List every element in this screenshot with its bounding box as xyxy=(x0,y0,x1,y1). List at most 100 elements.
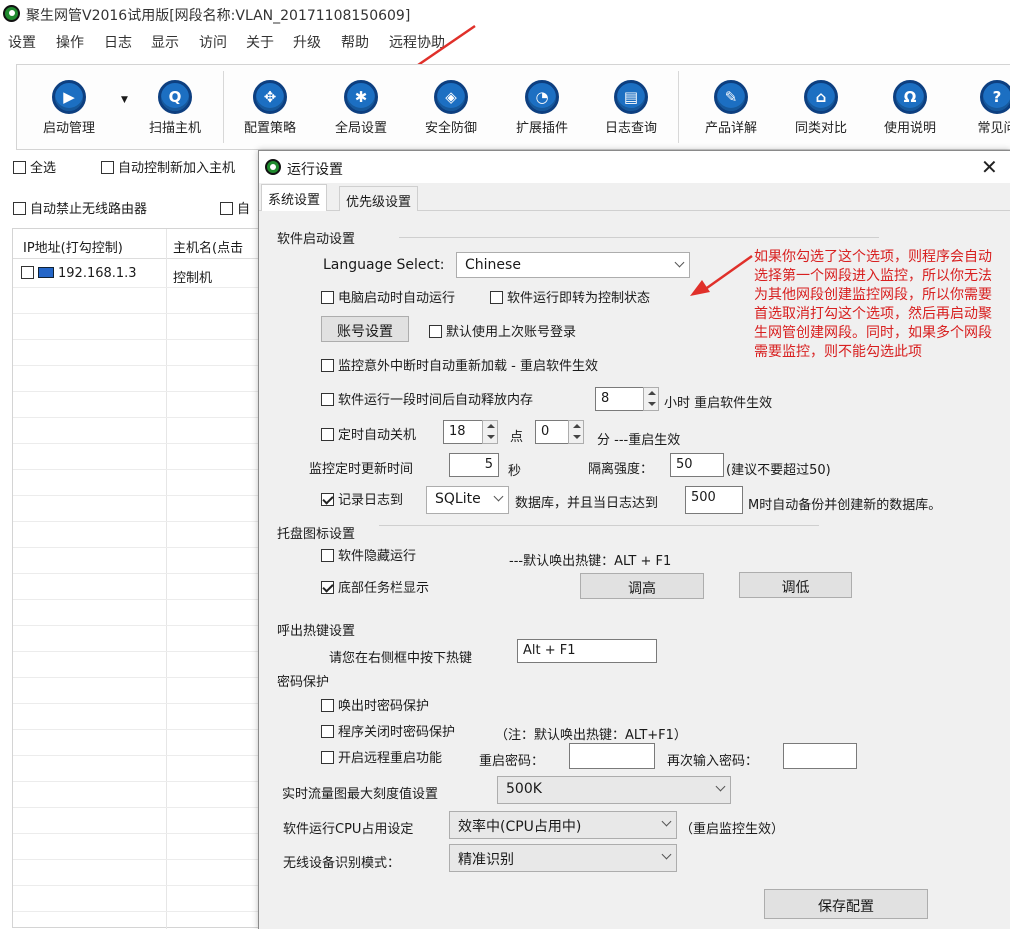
menu-operate[interactable]: 操作 xyxy=(56,32,84,52)
cpu-note: （重启监控生效） xyxy=(680,822,785,837)
auto-reload-checkbox[interactable]: 监控意外中断时自动重新加载 - 重启软件生效 xyxy=(321,355,598,374)
toolbar: ▶ 启动管理 ▼ Q 扫描主机 ✥ 配置策略 ✱ 全局设置 ◈ 安全防御 ◔ 扩展插件 ▤ 日… xyxy=(16,64,1010,150)
compare-icon: ⌂ xyxy=(804,80,838,114)
chevron-down-icon xyxy=(661,816,672,827)
show-password-checkbox[interactable]: 唤出时密码保护 xyxy=(321,695,429,714)
hide-run-checkbox[interactable]: 软件隐藏运行 xyxy=(321,545,416,564)
menu-bar: 设置 操作 日志 显示 访问 关于 升级 帮助 远程协助 xyxy=(0,30,1010,54)
toolbar-manual[interactable]: Ω 使用说明 xyxy=(870,65,950,151)
annotation-arrow-note xyxy=(690,254,753,296)
menu-help[interactable]: 帮助 xyxy=(341,32,369,52)
row-checkbox[interactable] xyxy=(21,266,34,279)
log-middle-text: 数据库，并且当日志达到 xyxy=(515,496,659,511)
col-ip-header[interactable]: IP地址(打勾控制) xyxy=(23,237,123,256)
edit-icon: ✎ xyxy=(714,80,748,114)
menu-access[interactable]: 访问 xyxy=(199,32,227,52)
menu-settings[interactable]: 设置 xyxy=(8,32,36,52)
raise-button[interactable]: 调高 xyxy=(580,573,704,599)
isolation-label: 隔离强度： xyxy=(588,462,654,477)
toolbar-plugins[interactable]: ◔ 扩展插件 xyxy=(502,65,582,151)
restart-password-input[interactable] xyxy=(569,743,655,769)
toolbar-config-policy[interactable]: ✥ 配置策略 xyxy=(230,65,310,151)
auto-control-checkbox[interactable]: 自动控制新加入主机 xyxy=(101,157,235,176)
hotkey-input[interactable]: Alt + F1 xyxy=(517,639,657,663)
app-icon xyxy=(3,5,20,22)
toolbar-global-settings[interactable]: ✱ 全局设置 xyxy=(321,65,401,151)
log-db-select[interactable]: SQLite xyxy=(426,486,509,514)
question-icon: ? xyxy=(980,80,1010,114)
toolbar-start-manage[interactable]: ▶ 启动管理 xyxy=(29,65,109,151)
account-settings-button[interactable]: 账号设置 xyxy=(321,316,409,342)
hotkey-default-text: ---默认唤出热键：ALT + F1 xyxy=(509,554,672,569)
tab-system-settings[interactable]: 系统设置 xyxy=(261,184,328,212)
refresh-input[interactable]: 5 xyxy=(449,453,499,477)
shutdown-minute-input[interactable]: 0 xyxy=(535,420,569,444)
shutdown-hour-input[interactable]: 18 xyxy=(443,420,483,444)
dialog-title: 运行设置 xyxy=(287,162,343,178)
window-title: 聚生网管V2016试用版[网段名称:VLAN_20171108150609] xyxy=(26,8,411,24)
log-suffix: M时自动备份并创建新的数据库。 xyxy=(748,498,942,513)
toolbar-log-query[interactable]: ▤ 日志查询 xyxy=(591,65,671,151)
wireless-select[interactable]: 精准识别 xyxy=(449,844,677,872)
cpu-select[interactable]: 效率中(CPU占用中) xyxy=(449,811,677,839)
toolbar-security[interactable]: ◈ 安全防御 xyxy=(411,65,491,151)
tab-priority-settings[interactable]: 优先级设置 xyxy=(339,186,419,212)
plugin-icon: ◔ xyxy=(525,80,559,114)
toolbar-scan-host[interactable]: Q 扫描主机 xyxy=(135,65,215,151)
computer-icon xyxy=(38,267,54,278)
col-host-header[interactable]: 主机名(点击 xyxy=(173,237,243,256)
select-all-checkbox[interactable]: 全选 xyxy=(13,157,56,176)
chevron-down-icon xyxy=(674,257,685,268)
release-hours-input[interactable]: 8 xyxy=(595,387,645,411)
restart-password-label: 重启密码： xyxy=(479,754,545,769)
menu-log[interactable]: 日志 xyxy=(104,32,132,52)
other-option-checkbox[interactable]: 自 xyxy=(220,198,250,217)
isolation-input[interactable]: 50 xyxy=(670,453,724,477)
help-icon: Ω xyxy=(893,80,927,114)
host-table: IP地址(打勾控制) 主机名(点击 192.168.1.3 控制机 xyxy=(12,228,259,929)
hour-stepper[interactable] xyxy=(482,420,498,444)
remote-restart-checkbox[interactable]: 开启远程重启功能 xyxy=(321,747,442,766)
toolbar-compare[interactable]: ⌂ 同类对比 xyxy=(781,65,861,151)
taskbar-checkbox[interactable]: 底部任务栏显示 xyxy=(321,577,429,596)
annotation-text: 如果你勾选了这个选项，则程序会自动选择第一个网段进入监控，所以你无法为其他网段创… xyxy=(754,249,992,360)
repeat-password-input[interactable] xyxy=(783,743,857,769)
log-size-input[interactable]: 500 xyxy=(685,486,743,514)
gear-icon: ✱ xyxy=(344,80,378,114)
isolation-hint: (建议不要超过50) xyxy=(726,463,831,478)
minute-stepper[interactable] xyxy=(568,420,584,444)
save-config-button[interactable]: 保存配置 xyxy=(764,889,928,919)
minute-suffix: 分 ---重启生效 xyxy=(597,433,681,448)
section-password: 密码保护 xyxy=(277,675,330,690)
dropdown-icon[interactable]: ▼ xyxy=(121,95,128,105)
app-icon xyxy=(265,159,281,175)
release-memory-checkbox[interactable]: 软件运行一段时间后自动释放内存 xyxy=(321,389,533,408)
log-icon: ▤ xyxy=(614,80,648,114)
play-icon: ▶ xyxy=(52,80,86,114)
toolbar-faq[interactable]: ? 常见问 xyxy=(957,65,1010,151)
last-login-checkbox[interactable]: 默认使用上次账号登录 xyxy=(429,321,576,340)
close-password-note: （注：默认唤出热键：ALT+F1） xyxy=(495,728,687,743)
menu-display[interactable]: 显示 xyxy=(151,32,179,52)
to-control-checkbox[interactable]: 软件运行即转为控制状态 xyxy=(490,287,650,306)
lower-button[interactable]: 调低 xyxy=(739,572,852,598)
chevron-down-icon xyxy=(715,781,726,792)
menu-upgrade[interactable]: 升级 xyxy=(293,32,321,52)
table-header: IP地址(打勾控制) 主机名(点击 xyxy=(13,229,259,259)
toolbar-product-detail[interactable]: ✎ 产品详解 xyxy=(691,65,771,151)
close-password-checkbox[interactable]: 程序关闭时密码保护 xyxy=(321,721,455,740)
release-suffix: 小时 重启软件生效 xyxy=(664,396,773,411)
scan-icon: Q xyxy=(158,80,192,114)
traffic-select[interactable]: 500K xyxy=(497,776,731,804)
release-hours-stepper[interactable] xyxy=(643,387,659,411)
menu-about[interactable]: 关于 xyxy=(246,32,274,52)
repeat-password-label: 再次输入密码： xyxy=(667,754,759,769)
language-select[interactable]: Chinese xyxy=(456,252,690,278)
auto-shutdown-checkbox[interactable]: 定时自动关机 xyxy=(321,424,416,443)
table-row[interactable]: 192.168.1.3 xyxy=(21,266,137,281)
language-label: Language Select: xyxy=(323,257,445,273)
close-icon[interactable]: ✕ xyxy=(981,155,998,179)
log-checkbox[interactable]: 记录日志到 xyxy=(321,489,403,508)
auto-block-wifi-checkbox[interactable]: 自动禁止无线路由器 xyxy=(13,198,147,217)
auto-run-checkbox[interactable]: 电脑启动时自动运行 xyxy=(321,287,455,306)
